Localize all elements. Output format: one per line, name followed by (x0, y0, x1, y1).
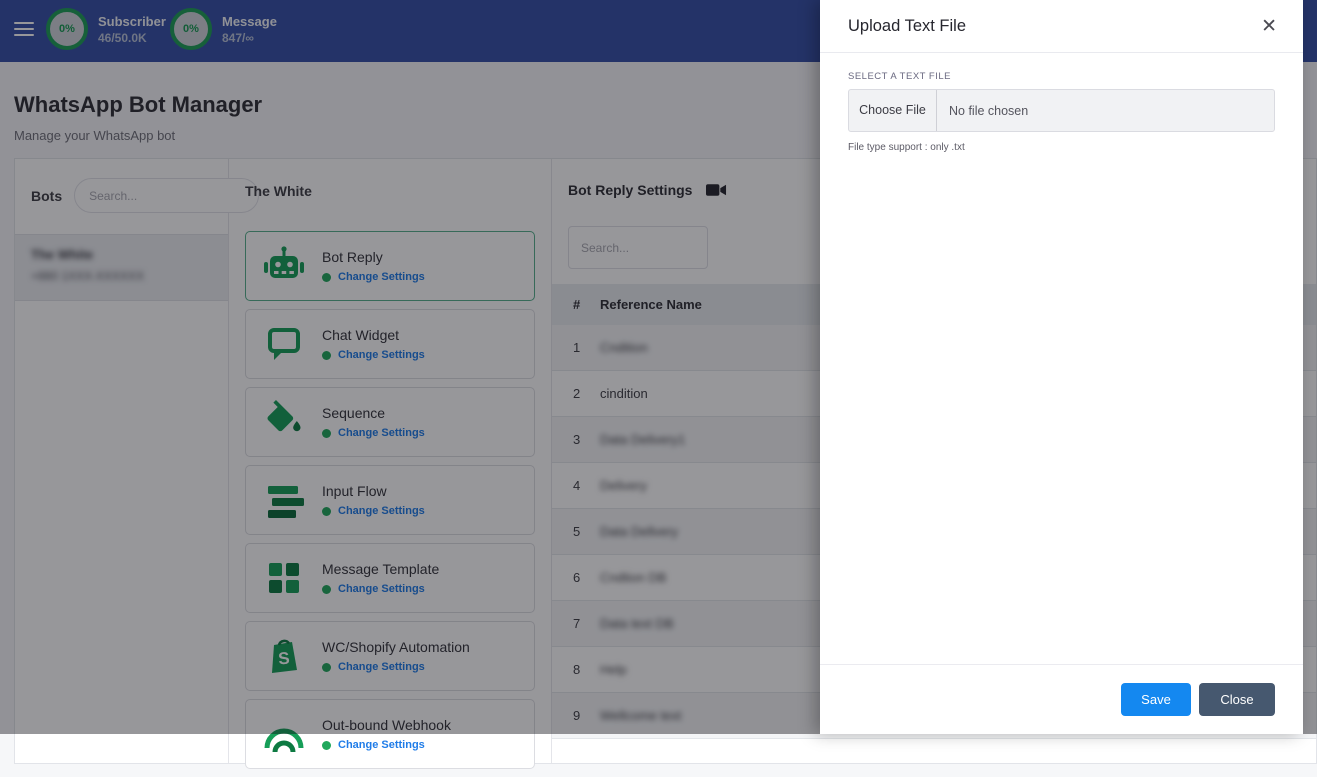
change-settings-link[interactable]: Change Settings (338, 739, 425, 751)
upload-text-file-modal: Upload Text File ✕ SELECT A TEXT FILE Ch… (820, 0, 1303, 734)
file-input[interactable]: Choose File No file chosen (848, 89, 1275, 132)
modal-title: Upload Text File (848, 17, 1261, 36)
modal-footer: Save Close (820, 664, 1303, 734)
file-field-label: SELECT A TEXT FILE (848, 71, 1275, 82)
save-button[interactable]: Save (1121, 683, 1191, 716)
file-type-hint: File type support : only .txt (848, 142, 1275, 153)
close-button[interactable]: Close (1199, 683, 1275, 716)
close-icon[interactable]: ✕ (1261, 17, 1277, 36)
choose-file-button[interactable]: Choose File (849, 90, 937, 131)
status-dot (322, 741, 331, 750)
file-status-text: No file chosen (937, 104, 1028, 118)
